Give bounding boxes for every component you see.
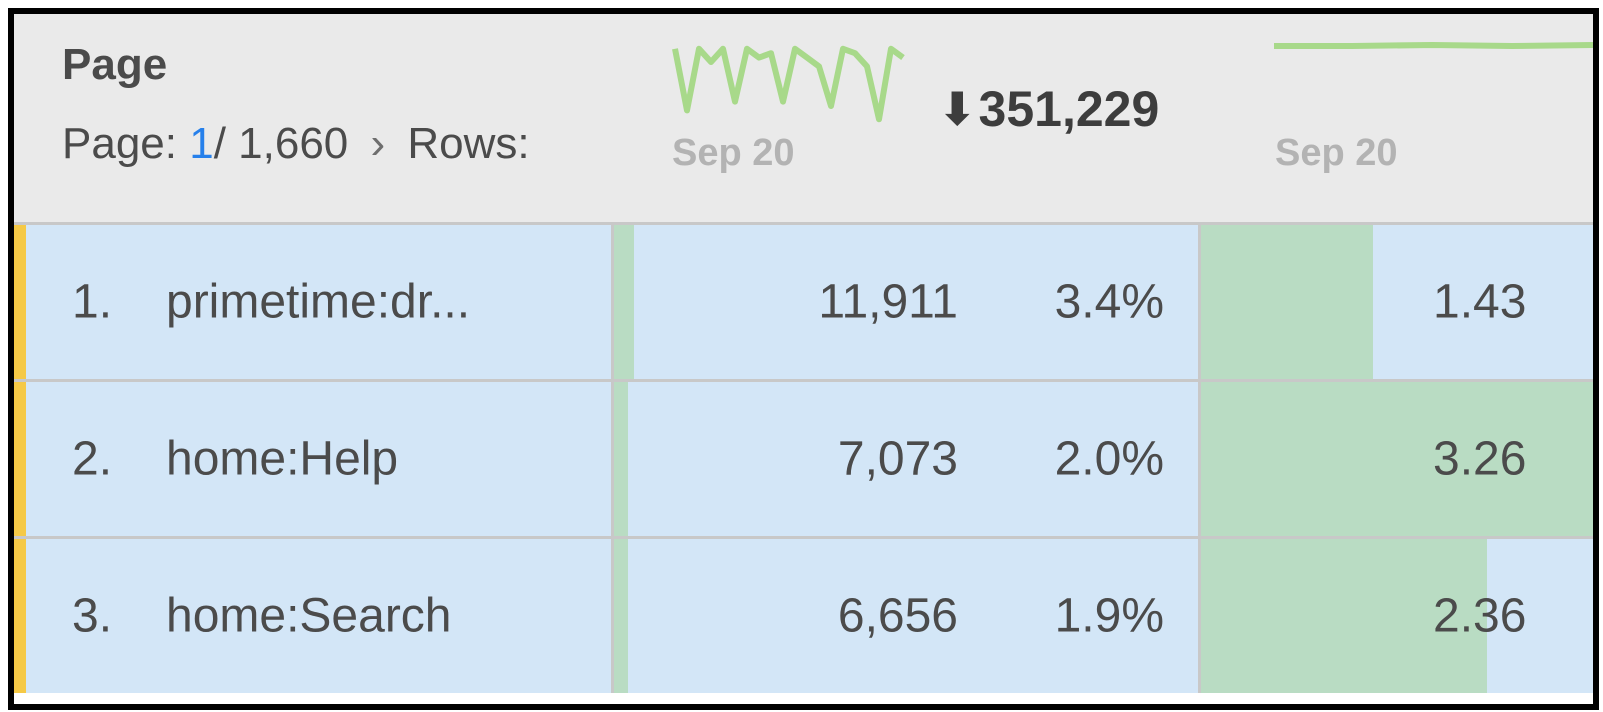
page-cell[interactable]: 3. home:Search (26, 539, 614, 693)
metric2-value: 3.26 (1433, 432, 1527, 486)
metric2-sparkline-date: Sep 20 (1275, 132, 1398, 174)
table-row[interactable]: 1. primetime:dr... 11,911 3.4% 1.43 (14, 222, 1593, 379)
next-page-chevron-icon[interactable]: › (371, 119, 386, 169)
metric1-total-value: 351,229 (978, 81, 1160, 137)
metric1-sparkline-date: Sep 20 (672, 132, 795, 174)
metric2-cell[interactable]: 3.26 (1201, 382, 1593, 536)
metric1-percent: 2.0% (1054, 432, 1164, 486)
page-name[interactable]: primetime:dr... (166, 275, 470, 330)
freeform-table: Page Page: 1/ 1,660 › Rows: Sep 20 ⬇ 351… (8, 8, 1599, 710)
table-row[interactable]: 3. home:Search 6,656 1.9% 2.36 (14, 536, 1593, 693)
metric1-count: 7,073 (837, 432, 958, 486)
metric2-value: 2.36 (1433, 589, 1527, 643)
metric1-percent: 3.4% (1054, 275, 1164, 329)
metric1-cell[interactable]: 7,073 2.0% (614, 382, 1201, 536)
metric1-percent: 1.9% (1054, 589, 1164, 643)
row-rank: 3. (72, 589, 113, 643)
page-name[interactable]: home:Search (166, 589, 452, 644)
row-rank: 2. (72, 432, 113, 486)
metric1-cell[interactable]: 11,911 3.4% (614, 225, 1201, 379)
metric1-sparkline-svg (672, 45, 905, 123)
metric1-count: 6,656 (837, 589, 958, 643)
metric2-bar (1201, 225, 1374, 379)
metric1-sparkline-line (672, 45, 905, 123)
metric1-bar (614, 225, 635, 379)
metric1-count: 11,911 (818, 275, 958, 329)
metric1-sparkline (669, 34, 909, 134)
metric1-total[interactable]: ⬇ 351,229 (938, 80, 1159, 138)
metric1-bar (614, 382, 628, 536)
metric2-cell[interactable]: 2.36 (1201, 539, 1593, 693)
page-cell[interactable]: 2. home:Help (26, 382, 614, 536)
total-pages: / 1,660 (213, 119, 349, 168)
sort-descending-icon[interactable]: ⬇ (938, 82, 977, 136)
metric2-sparkline (1272, 34, 1593, 64)
metric2-bar (1201, 382, 1593, 536)
table-row[interactable]: 2. home:Help 7,073 2.0% 3.26 (14, 379, 1593, 536)
pagination: Page: 1/ 1,660 › Rows: (62, 119, 530, 169)
dimension-title[interactable]: Page (62, 40, 167, 90)
metric2-sparkline-line (1274, 41, 1593, 50)
page-name[interactable]: home:Help (166, 432, 398, 487)
page-cell[interactable]: 1. primetime:dr... (26, 225, 614, 379)
table-header: Page Page: 1/ 1,660 › Rows: Sep 20 ⬇ 351… (14, 14, 1593, 225)
row-accent (14, 382, 26, 536)
metric2-cell[interactable]: 1.43 (1201, 225, 1593, 379)
row-accent (14, 225, 26, 379)
page-label: Page: (62, 119, 177, 168)
row-rank: 1. (72, 275, 113, 329)
metric2-sparkline-svg (1274, 41, 1593, 50)
row-accent (14, 539, 26, 693)
metric1-cell[interactable]: 6,656 1.9% (614, 539, 1201, 693)
rows-label: Rows: (407, 119, 530, 168)
metric2-value: 1.43 (1433, 275, 1527, 329)
metric1-bar (614, 539, 628, 693)
current-page-number[interactable]: 1 (189, 119, 213, 168)
